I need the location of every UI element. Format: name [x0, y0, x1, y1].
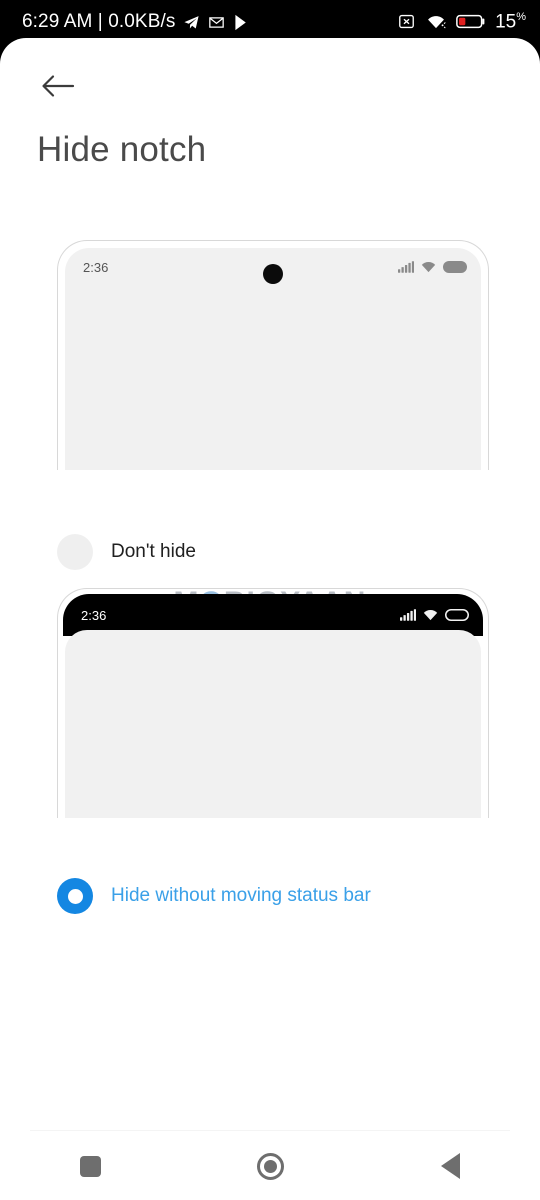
- play-store-icon: [235, 14, 247, 30]
- preview-status-icons: [398, 261, 467, 273]
- signal-bars-icon: [400, 609, 416, 621]
- back-nav-button[interactable]: [405, 1132, 495, 1200]
- option-hide-without-moving[interactable]: Hide without moving status bar: [57, 878, 371, 914]
- option-label-dont-hide: Don't hide: [111, 541, 196, 562]
- option-dont-hide[interactable]: Don't hide: [57, 534, 196, 570]
- battery-icon: [443, 261, 467, 273]
- back-arrow-icon: [42, 75, 75, 97]
- status-bar-clock: 6:29 AM | 0.0KB/s: [22, 11, 176, 32]
- circle-home-icon: [256, 1152, 284, 1180]
- app-surface: Hide notch 2:36 Don't hide 2:36 Hide wit…: [0, 38, 540, 1200]
- square-recents-icon: [79, 1155, 101, 1177]
- radio-unselected-icon[interactable]: [57, 534, 93, 570]
- phone-frame: 2:36: [57, 240, 489, 470]
- recents-button[interactable]: [45, 1132, 135, 1200]
- battery-low-icon: [456, 15, 485, 29]
- radio-selected-icon[interactable]: [57, 878, 93, 914]
- page-title: Hide notch: [37, 130, 207, 169]
- phone-screen: [65, 630, 481, 818]
- no-sim-icon: [399, 15, 414, 29]
- preview-clock: 2:36: [81, 607, 107, 623]
- camera-punch-hole: [263, 264, 283, 284]
- nav-separator: [30, 1130, 510, 1131]
- gmail-icon: [209, 16, 225, 28]
- preview-dont-hide[interactable]: 2:36: [57, 240, 489, 470]
- battery-icon: [445, 609, 469, 621]
- preview-hide-without-moving[interactable]: 2:36: [57, 588, 489, 818]
- status-bar-left-group: 6:29 AM | 0.0KB/s: [22, 11, 250, 33]
- back-button[interactable]: [36, 64, 80, 108]
- battery-percent: 15%: [495, 10, 526, 33]
- triangle-back-icon: [440, 1153, 460, 1179]
- status-bar-right-group: 15%: [397, 11, 526, 33]
- phone-screen: 2:36: [65, 248, 481, 470]
- home-button[interactable]: [225, 1132, 315, 1200]
- wifi-icon: [423, 610, 438, 621]
- wifi-icon: [421, 262, 436, 273]
- telegram-icon: [184, 15, 200, 29]
- preview-status-icons: [400, 609, 469, 621]
- option-label-hide-without-moving: Hide without moving status bar: [111, 885, 371, 906]
- preview-clock: 2:36: [83, 259, 109, 275]
- wifi-icon: [428, 16, 446, 29]
- phone-frame: 2:36: [57, 588, 489, 818]
- signal-bars-icon: [398, 261, 414, 273]
- navigation-bar: [0, 1132, 540, 1200]
